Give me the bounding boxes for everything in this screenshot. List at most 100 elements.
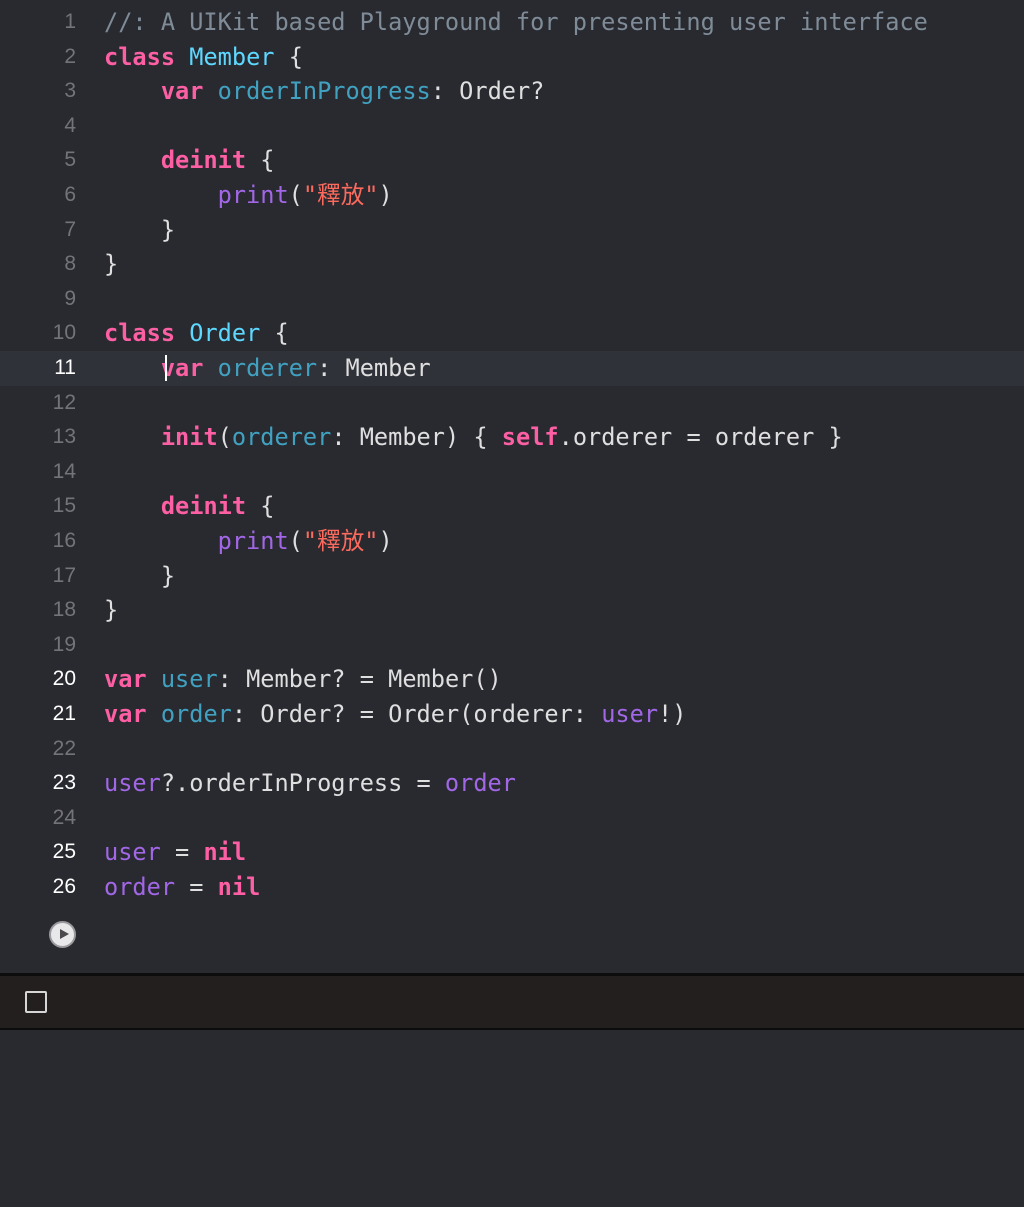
code-text: class Order { xyxy=(104,316,289,351)
code-text: class Member { xyxy=(104,40,303,75)
code-token: order xyxy=(444,769,516,798)
code-token: ) xyxy=(378,527,393,555)
code-line[interactable]: 14 xyxy=(0,455,1024,490)
code-line[interactable]: 16 print("釋放") xyxy=(0,524,1024,559)
code-line[interactable]: 2 class Member { xyxy=(0,40,1024,75)
code-line[interactable]: 17 } xyxy=(0,559,1024,594)
line-number: 21 xyxy=(52,702,76,725)
console-output-area[interactable] xyxy=(0,1030,1024,1207)
code-line[interactable]: 9 xyxy=(0,282,1024,317)
line-number: 12 xyxy=(52,390,76,414)
line-number: 5 xyxy=(64,148,76,172)
code-token: Member xyxy=(189,42,275,71)
code-token: = xyxy=(160,838,204,867)
code-line[interactable]: 7 } xyxy=(0,213,1024,248)
line-number: 19 xyxy=(52,632,76,656)
code-token: .orderer = orderer } xyxy=(558,423,843,452)
code-editor[interactable]: 1 //: A UIKit based Playground for presen… xyxy=(0,0,1024,973)
code-line[interactable]: 1 //: A UIKit based Playground for presen… xyxy=(0,5,1024,40)
code-text: //: A UIKit based Playground for present… xyxy=(104,5,928,40)
code-line[interactable]: 12 xyxy=(0,386,1024,421)
code-token: : Member) { xyxy=(331,423,502,452)
code-token: } xyxy=(104,215,176,244)
code-token: { xyxy=(246,492,275,521)
code-token: = xyxy=(175,873,218,901)
code-text: init(orderer: Member) { self.orderer = o… xyxy=(104,420,843,455)
code-token: : Member? = Member() xyxy=(217,665,502,694)
code-token: { xyxy=(274,42,303,71)
code-line[interactable]: 13 init(orderer: Member) { self.orderer … xyxy=(0,420,1024,455)
line-number: 8 xyxy=(64,252,76,276)
code-line[interactable]: 25 user = nil xyxy=(0,835,1024,870)
code-line[interactable]: 11 var orderer: Member xyxy=(0,351,1024,386)
line-number: 6 xyxy=(64,183,76,206)
line-number: 16 xyxy=(52,529,76,552)
code-token: var xyxy=(160,354,204,382)
text-caret xyxy=(165,355,167,381)
code-token: init xyxy=(160,423,218,452)
line-number: 23 xyxy=(52,771,76,795)
code-token: Order xyxy=(189,319,261,348)
code-token: "釋放" xyxy=(302,181,379,209)
code-text: deinit { xyxy=(104,489,275,524)
line-number: 26 xyxy=(52,875,76,898)
code-line[interactable]: 3 var orderInProgress: Order? xyxy=(0,74,1024,109)
code-token: nil xyxy=(217,873,261,901)
code-token: class xyxy=(104,319,176,348)
code-line[interactable]: 19 xyxy=(0,628,1024,663)
code-line[interactable]: 26 order = nil xyxy=(0,870,1024,905)
checkbox-square-icon[interactable] xyxy=(25,991,47,1013)
code-token: "釋放" xyxy=(302,527,379,555)
code-line[interactable]: 23 user?.orderInProgress = order xyxy=(0,766,1024,801)
code-token: } xyxy=(104,561,176,590)
code-token: ) xyxy=(378,181,393,209)
run-playground-button[interactable] xyxy=(49,921,76,948)
code-token: { xyxy=(246,146,275,175)
code-token: class xyxy=(104,42,176,71)
code-text: order = nil xyxy=(104,870,260,905)
code-line[interactable]: 5 deinit { xyxy=(0,143,1024,178)
line-number: 10 xyxy=(52,321,76,345)
code-line[interactable]: 6 print("釋放") xyxy=(0,178,1024,213)
code-line[interactable]: 8} xyxy=(0,247,1024,282)
code-token: var xyxy=(104,665,147,694)
code-line[interactable]: 22 xyxy=(0,732,1024,767)
code-token: orderer xyxy=(231,423,332,452)
code-token: print xyxy=(217,181,289,209)
code-line[interactable]: 15 deinit { xyxy=(0,489,1024,524)
code-token: nil xyxy=(203,838,247,867)
code-text: } xyxy=(104,247,118,282)
code-token: deinit xyxy=(160,146,247,175)
code-token: deinit xyxy=(160,492,247,521)
code-text: print("釋放") xyxy=(104,524,393,559)
code-line[interactable]: 10 class Order { xyxy=(0,316,1024,351)
code-token: var xyxy=(104,700,147,728)
code-line[interactable]: 24 xyxy=(0,801,1024,836)
code-text: } xyxy=(104,593,118,628)
code-line[interactable]: 21 var order: Order? = Order(orderer: use… xyxy=(0,697,1024,732)
code-token: : Member xyxy=(317,354,431,382)
line-number: 9 xyxy=(64,286,76,310)
code-token: ( xyxy=(217,423,232,452)
code-line[interactable]: 18} xyxy=(0,593,1024,628)
line-number: 17 xyxy=(52,563,76,587)
code-token: user xyxy=(104,769,161,798)
code-line[interactable]: 20 var user: Member? = Member() xyxy=(0,662,1024,697)
line-number: 22 xyxy=(52,736,76,760)
code-token: //: A UIKit based Playground for present… xyxy=(104,8,928,36)
code-token: } xyxy=(104,596,119,625)
code-text: print("釋放") xyxy=(104,178,393,213)
line-number: 7 xyxy=(64,217,76,241)
code-line[interactable]: 4 xyxy=(0,109,1024,144)
line-number: 24 xyxy=(52,805,76,829)
code-token: } xyxy=(104,250,119,279)
